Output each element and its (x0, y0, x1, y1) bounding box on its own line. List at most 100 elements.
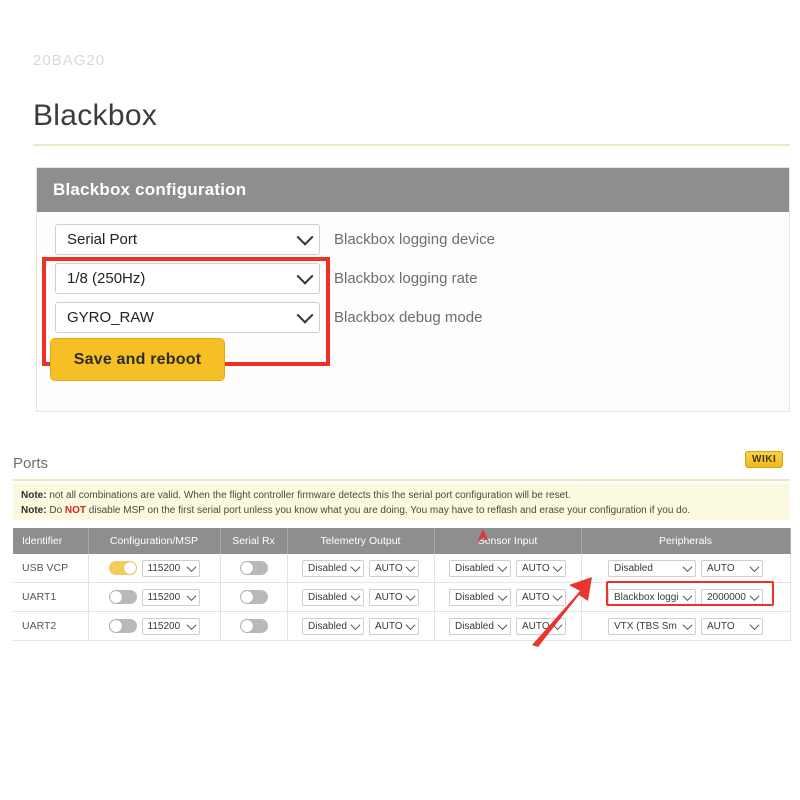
telemetry-output-value: Disabled (308, 592, 347, 603)
serial-rx-toggle[interactable] (240, 590, 268, 604)
sensor-input-cell: Disabled AUTO (434, 583, 581, 612)
chevron-down-icon (683, 620, 693, 630)
peripherals-baud-value: AUTO (707, 563, 735, 574)
table-row: UART2 115200 (13, 612, 790, 641)
peripherals-select[interactable]: Blackbox loggi (608, 589, 696, 606)
sensor-input-select[interactable]: Disabled (449, 589, 511, 606)
peripherals-value: Blackbox loggi (614, 592, 678, 603)
msp-baud-select[interactable]: 115200 (142, 560, 200, 577)
blackbox-logging-rate-value: 1/8 (250Hz) (67, 270, 145, 287)
blackbox-logging-device-value: Serial Port (67, 231, 137, 248)
note-text: not all combinations are valid. When the… (47, 490, 571, 501)
msp-baud-select[interactable]: 115200 (142, 589, 200, 606)
telemetry-baud-select[interactable]: AUTO (369, 589, 419, 606)
sensor-baud-select[interactable]: AUTO (516, 589, 566, 606)
blackbox-debug-mode-select[interactable]: GYRO_RAW (55, 302, 320, 333)
telemetry-baud-value: AUTO (375, 621, 403, 632)
telemetry-output-select[interactable]: Disabled (302, 589, 364, 606)
sensor-input-value: Disabled (455, 592, 494, 603)
ports-note-1: Note: not all combinations are valid. Wh… (21, 488, 790, 503)
toggle-knob (241, 591, 253, 603)
chevron-down-icon (683, 591, 693, 601)
serial-rx-cell (220, 583, 287, 612)
configuration-msp-cell: 115200 (88, 583, 220, 612)
sensor-baud-select[interactable]: AUTO (516, 560, 566, 577)
sensor-baud-value: AUTO (522, 621, 550, 632)
chevron-down-icon (297, 228, 314, 245)
peripherals-cell: Blackbox loggi 2000000 (581, 583, 790, 612)
ports-section-label: Ports (13, 455, 48, 472)
telemetry-baud-select[interactable]: AUTO (369, 618, 419, 635)
blackbox-logging-device-label: Blackbox logging device (334, 231, 495, 248)
blackbox-logging-device-row: Serial Port Blackbox logging device (55, 224, 789, 255)
telemetry-baud-select[interactable]: AUTO (369, 560, 419, 577)
chevron-down-icon (186, 591, 196, 601)
telemetry-output-value: Disabled (308, 621, 347, 632)
chevron-down-icon (553, 620, 563, 630)
blackbox-card-title: Blackbox configuration (53, 180, 246, 200)
chevron-down-icon (351, 591, 361, 601)
peripherals-baud-value: AUTO (707, 621, 735, 632)
chevron-down-icon (297, 267, 314, 284)
chevron-down-icon (750, 620, 760, 630)
note-emphasis-not: NOT (65, 505, 86, 516)
table-row: USB VCP 115200 (13, 554, 790, 583)
port-identifier: UART2 (13, 612, 88, 641)
port-identifier: UART1 (13, 583, 88, 612)
chevron-down-icon (553, 591, 563, 601)
sensor-baud-select[interactable]: AUTO (516, 618, 566, 635)
chevron-down-icon (406, 591, 416, 601)
telemetry-output-select[interactable]: Disabled (302, 618, 364, 635)
peripherals-baud-select[interactable]: AUTO (701, 618, 763, 635)
sensor-input-cell: Disabled AUTO (434, 554, 581, 583)
chevron-down-icon (750, 591, 760, 601)
peripherals-value: VTX (TBS Sm (614, 621, 677, 632)
blackbox-logging-rate-select[interactable]: 1/8 (250Hz) (55, 263, 320, 294)
telemetry-baud-value: AUTO (375, 592, 403, 603)
chevron-down-icon (498, 620, 508, 630)
sensor-input-value: Disabled (455, 621, 494, 632)
note-prefix: Note: (21, 490, 47, 501)
msp-toggle[interactable] (109, 561, 137, 575)
msp-toggle[interactable] (109, 590, 137, 604)
note-text-pre: Do (47, 505, 65, 516)
save-and-reboot-button[interactable]: Save and reboot (50, 338, 225, 381)
blackbox-debug-mode-row: GYRO_RAW Blackbox debug mode (55, 302, 789, 333)
blackbox-logging-rate-row: 1/8 (250Hz) Blackbox logging rate (55, 263, 789, 294)
title-divider (33, 144, 790, 146)
column-header-configuration-msp: Configuration/MSP (88, 528, 220, 554)
column-header-peripherals: Peripherals (581, 528, 790, 554)
blackbox-logging-device-select[interactable]: Serial Port (55, 224, 320, 255)
configuration-msp-cell: 115200 (88, 554, 220, 583)
telemetry-output-cell: Disabled AUTO (287, 554, 434, 583)
telemetry-output-select[interactable]: Disabled (302, 560, 364, 577)
sensor-input-cell: Disabled AUTO (434, 612, 581, 641)
peripherals-cell: VTX (TBS Sm AUTO (581, 612, 790, 641)
serial-rx-toggle[interactable] (240, 619, 268, 633)
wiki-badge-button[interactable]: WIKI (745, 451, 783, 468)
peripherals-baud-select[interactable]: AUTO (701, 560, 763, 577)
blackbox-debug-mode-value: GYRO_RAW (67, 309, 154, 326)
column-header-sensor-input: Sensor Input (434, 528, 581, 554)
msp-toggle[interactable] (109, 619, 137, 633)
peripherals-select[interactable]: VTX (TBS Sm (608, 618, 696, 635)
chevron-down-icon (750, 562, 760, 572)
msp-baud-select[interactable]: 115200 (142, 618, 200, 635)
sensor-input-select[interactable]: Disabled (449, 618, 511, 635)
table-row: UART1 115200 (13, 583, 790, 612)
toggle-knob (241, 562, 253, 574)
toggle-knob (124, 562, 136, 574)
chevron-down-icon (683, 562, 693, 572)
peripherals-baud-value: 2000000 (707, 592, 746, 603)
msp-baud-value: 115200 (148, 563, 181, 574)
peripherals-select[interactable]: Disabled (608, 560, 696, 577)
peripherals-baud-select[interactable]: 2000000 (701, 589, 763, 606)
sensor-input-select[interactable]: Disabled (449, 560, 511, 577)
note-prefix: Note: (21, 505, 47, 516)
sensor-input-value: Disabled (455, 563, 494, 574)
serial-rx-toggle[interactable] (240, 561, 268, 575)
telemetry-output-cell: Disabled AUTO (287, 612, 434, 641)
serial-rx-cell (220, 554, 287, 583)
configuration-msp-cell: 115200 (88, 612, 220, 641)
chevron-down-icon (406, 620, 416, 630)
